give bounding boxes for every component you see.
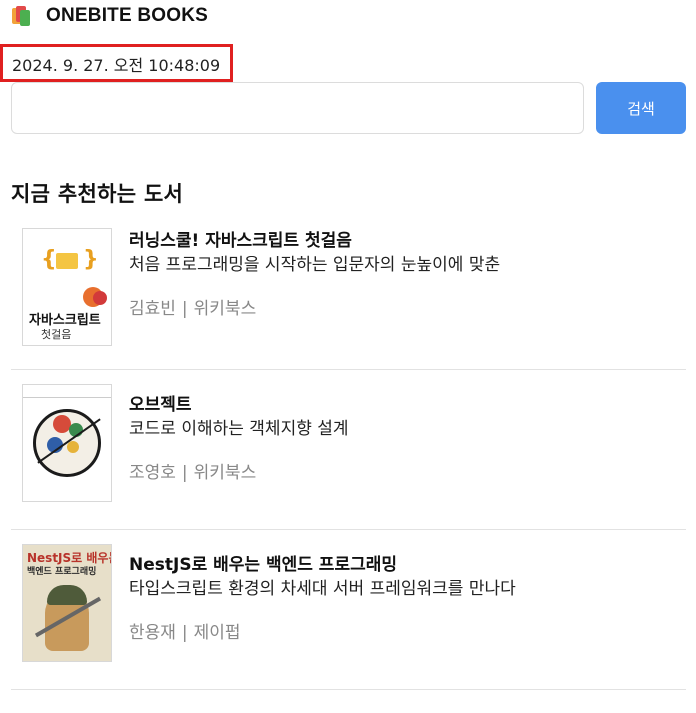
book-cover[interactable]: NestJS로 배우는 백엔드 프로그래밍	[22, 544, 112, 662]
cover-subtitle: 첫걸음	[41, 328, 72, 341]
book-publisher: 제이펍	[193, 623, 241, 643]
book-info: 러닝스쿨! 자바스크립트 첫걸음 처음 프로그래밍을 시작하는 입문자의 눈높이…	[129, 230, 686, 320]
books-icon	[12, 6, 34, 26]
book-title[interactable]: NestJS로 배우는 백엔드 프로그래밍	[129, 554, 686, 576]
book-author: 한용재	[129, 623, 176, 643]
book-author: 조영호	[129, 463, 176, 483]
cover-decoration: {	[41, 247, 57, 272]
meta-separator: |	[181, 299, 188, 319]
book-meta: 조영호 | 위키북스	[129, 462, 686, 484]
book-publisher: 위키북스	[193, 463, 257, 483]
book-subtitle: 타입스크립트 환경의 차세대 서버 프레임워크를 만나다	[129, 579, 516, 599]
search-input[interactable]	[11, 82, 584, 134]
cover-decoration	[67, 441, 79, 453]
book-meta: 김효빈 | 위키북스	[129, 298, 686, 320]
book-cover[interactable]	[22, 384, 112, 502]
book-item[interactable]: { } 자바스크립트 첫걸음 러닝스쿨! 자바스크립트 첫걸음 처음 프로그래밍…	[11, 218, 686, 370]
book-author: 김효빈	[129, 299, 176, 319]
book-cover[interactable]: { } 자바스크립트 첫걸음	[22, 228, 112, 346]
book-list: { } 자바스크립트 첫걸음 러닝스쿨! 자바스크립트 첫걸음 처음 프로그래밍…	[11, 218, 686, 690]
cover-decoration: }	[83, 247, 99, 272]
book-info: NestJS로 배우는 백엔드 프로그래밍 타입스크립트 환경의 차세대 서버 …	[129, 554, 686, 644]
datetime-text: 2024. 9. 27. 오전 10:48:09	[12, 56, 221, 75]
cover-decoration	[93, 291, 107, 305]
cover-illustration	[47, 585, 87, 605]
app-header: ONEBITE BOOKS	[12, 2, 208, 30]
current-datetime: 2024. 9. 27. 오전 10:48:09	[0, 44, 233, 82]
section-title: 지금 추천하는 도서	[11, 182, 184, 206]
book-info: 오브젝트 코드로 이해하는 객체지향 설계 조영호 | 위키북스	[129, 394, 686, 484]
cover-decoration	[23, 385, 111, 398]
cover-badge	[56, 253, 78, 269]
meta-separator: |	[181, 623, 188, 643]
meta-separator: |	[181, 463, 188, 483]
search-button[interactable]: 검색	[596, 82, 686, 134]
app-title[interactable]: ONEBITE BOOKS	[46, 5, 208, 27]
book-item[interactable]: 오브젝트 코드로 이해하는 객체지향 설계 조영호 | 위키북스	[11, 370, 686, 530]
book-subtitle: 코드로 이해하는 객체지향 설계	[129, 419, 349, 439]
book-title[interactable]: 러닝스쿨! 자바스크립트 첫걸음	[129, 230, 686, 252]
book-publisher: 위키북스	[193, 299, 257, 319]
book-meta: 한용재 | 제이펍	[129, 622, 686, 644]
cover-subtitle: 백엔드 프로그래밍	[27, 567, 97, 577]
book-title[interactable]: 오브젝트	[129, 394, 686, 416]
book-subtitle: 처음 프로그래밍을 시작하는 입문자의 눈높이에 맞춘	[129, 255, 501, 275]
book-item[interactable]: NestJS로 배우는 백엔드 프로그래밍 NestJS로 배우는 백엔드 프로…	[11, 530, 686, 690]
